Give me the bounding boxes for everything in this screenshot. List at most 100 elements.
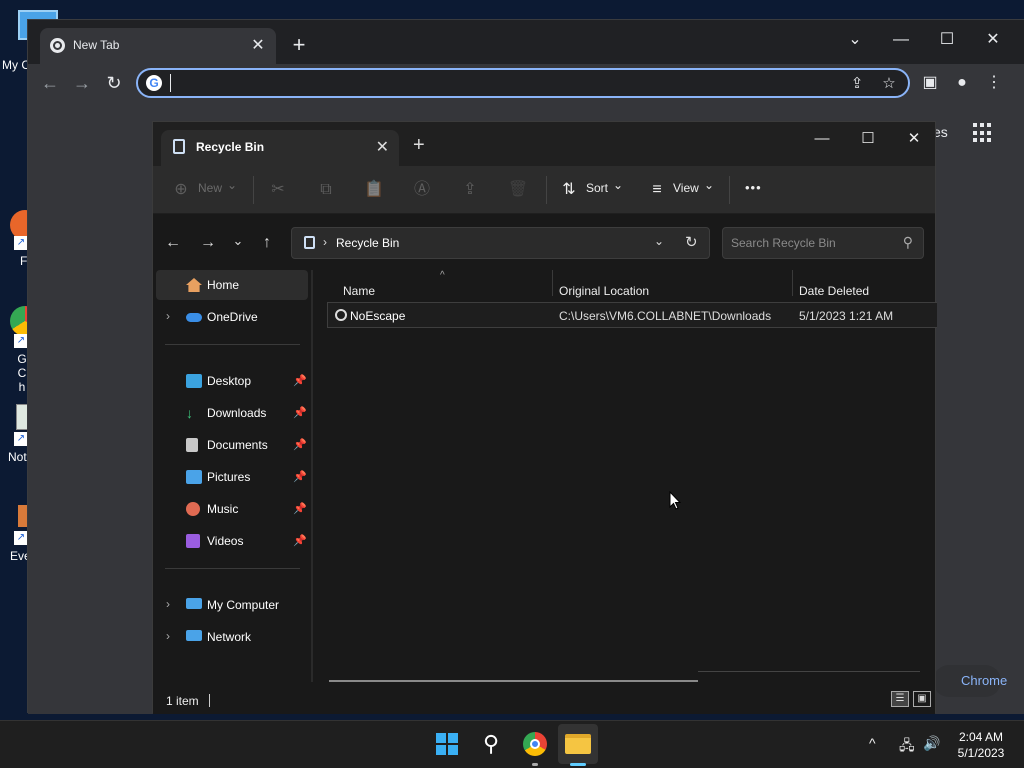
share-icon[interactable]: ⇪ <box>459 179 481 201</box>
pin-icon[interactable]: 📌 <box>293 534 307 547</box>
clock[interactable]: 2:04 AM 5/1/2023 <box>950 729 1012 761</box>
search-input[interactable] <box>731 235 891 251</box>
downloads-icon: ↓ <box>186 405 193 421</box>
divider <box>165 568 300 569</box>
desktop-icon-label: Not <box>8 450 27 464</box>
side-panel-icon[interactable]: ▣ <box>918 71 942 95</box>
pictures-icon <box>186 470 202 484</box>
network-icon[interactable]: 🖧 <box>899 735 915 759</box>
close-window-button[interactable]: ✕ <box>970 25 1016 55</box>
volume-icon[interactable]: 🔊 <box>923 735 940 752</box>
nav-item-label: Music <box>207 502 239 516</box>
chrome-favicon-icon <box>50 38 65 53</box>
google-apps-icon[interactable] <box>973 123 993 143</box>
refresh-icon[interactable]: ↻ <box>685 233 698 251</box>
see-more-button[interactable]: ••• <box>745 180 762 195</box>
minimize-button[interactable]: — <box>799 125 845 153</box>
tab-search-button[interactable]: ⌄ <box>832 25 878 55</box>
reload-button[interactable]: ↻ <box>100 70 128 96</box>
breadcrumb-separator: › <box>323 235 327 249</box>
profile-avatar-icon[interactable]: ● <box>950 71 974 95</box>
pin-icon[interactable]: 📌 <box>293 470 307 483</box>
breadcrumb-recycle-bin[interactable]: Recycle Bin <box>336 236 399 250</box>
minimize-button[interactable]: — <box>878 25 924 55</box>
close-tab-icon[interactable]: ✕ <box>376 137 389 157</box>
nav-item-my-computer[interactable]: › My Computer <box>156 590 308 620</box>
customize-chrome-button[interactable]: Chrome <box>933 665 1007 697</box>
omnibox[interactable]: G ⇪ ☆ <box>136 68 910 98</box>
nav-item-onedrive[interactable]: › OneDrive <box>156 302 308 332</box>
nav-item-label: Documents <box>207 438 268 452</box>
copy-icon[interactable]: ⧉ <box>315 179 337 201</box>
address-dropdown-icon[interactable]: ⌄ <box>654 234 664 248</box>
share-icon[interactable]: ⇪ <box>846 73 868 95</box>
view-button[interactable]: View <box>673 181 699 195</box>
close-window-button[interactable]: ✕ <box>891 125 937 153</box>
column-header-name[interactable]: Name <box>343 284 375 298</box>
rename-icon[interactable]: Ⓐ <box>411 179 433 201</box>
view-icon: ≡ <box>652 181 662 198</box>
navigation-pane: Home › OneDrive Desktop 📌 ↓ Downloads 📌 … <box>153 270 311 682</box>
column-header-original-location[interactable]: Original Location <box>559 284 649 298</box>
new-tab-button[interactable]: + <box>413 134 425 157</box>
paste-icon[interactable]: 📋 <box>363 179 385 201</box>
nav-item-label: My Computer <box>207 598 280 612</box>
nav-item-pictures[interactable]: Pictures 📌 <box>156 462 308 492</box>
column-header-date-deleted[interactable]: Date Deleted <box>799 284 869 298</box>
expand-chevron-icon[interactable]: › <box>166 629 170 643</box>
close-tab-icon[interactable]: ✕ <box>248 36 268 56</box>
sort-icon: ⇅ <box>562 181 576 198</box>
nav-item-videos[interactable]: Videos 📌 <box>156 526 308 556</box>
customize-chrome-label: Chrome <box>961 673 1008 688</box>
back-button[interactable]: ← <box>36 70 64 96</box>
new-tab-button[interactable]: + <box>287 34 311 58</box>
back-button[interactable]: ← <box>161 232 185 254</box>
start-button[interactable] <box>432 729 462 759</box>
nav-item-music[interactable]: Music 📌 <box>156 494 308 524</box>
details-view-button[interactable]: ☰ <box>891 691 909 707</box>
address-bar[interactable]: › Recycle Bin ⌄ ↻ <box>291 227 710 259</box>
up-button[interactable]: ↑ <box>255 232 279 254</box>
clock-time: 2:04 AM <box>958 730 1004 744</box>
chrome-tab-new-tab[interactable]: New Tab ✕ <box>40 28 276 64</box>
nav-item-network[interactable]: › Network <box>156 622 308 652</box>
divider <box>729 176 730 204</box>
pin-icon[interactable]: 📌 <box>293 406 307 419</box>
recent-locations-button[interactable]: ⌄ <box>226 230 250 252</box>
pin-icon[interactable]: 📌 <box>293 502 307 515</box>
bookmark-star-icon[interactable]: ☆ <box>878 73 900 95</box>
maximize-button[interactable]: ☐ <box>924 25 970 55</box>
explorer-tab-recycle-bin[interactable]: Recycle Bin ✕ <box>161 130 399 166</box>
nav-item-downloads[interactable]: ↓ Downloads 📌 <box>156 398 308 428</box>
nav-pane-splitter[interactable] <box>311 270 313 682</box>
horizontal-scrollbar-track[interactable] <box>698 671 920 672</box>
show-hidden-icons-chevron[interactable]: ^ <box>869 735 876 751</box>
search-box[interactable]: ⚲ <box>722 227 924 259</box>
nav-item-home[interactable]: Home <box>156 270 308 300</box>
expand-chevron-icon[interactable]: › <box>166 309 170 323</box>
file-row[interactable]: NoEscape C:\Users\VM6.COLLABNET\Download… <box>327 302 937 328</box>
pin-icon[interactable]: 📌 <box>293 374 307 387</box>
desktop-folder-icon <box>186 374 202 388</box>
chrome-menu-icon[interactable]: ⋮ <box>982 71 1006 95</box>
pin-icon[interactable]: 📌 <box>293 438 307 451</box>
column-divider[interactable] <box>792 270 793 296</box>
expand-chevron-icon[interactable]: › <box>166 597 170 611</box>
delete-icon[interactable]: 🗑 <box>507 179 529 201</box>
network-icon <box>186 630 202 641</box>
taskbar-search-button[interactable]: ⚲ <box>476 729 506 759</box>
tiles-view-button[interactable]: ▣ <box>913 691 931 707</box>
taskbar-chrome-button[interactable] <box>520 729 550 759</box>
sort-button[interactable]: Sort <box>586 181 608 195</box>
forward-button[interactable]: → <box>196 232 220 254</box>
taskbar-file-explorer-button[interactable] <box>563 729 593 759</box>
forward-button[interactable]: → <box>68 70 96 96</box>
cut-icon[interactable]: ✂ <box>267 179 289 201</box>
maximize-button[interactable]: ☐ <box>845 125 891 153</box>
new-button[interactable]: New <box>198 181 222 195</box>
nav-item-documents[interactable]: Documents 📌 <box>156 430 308 460</box>
taskbar: ⚲ ^ 🖧 🔊 2:04 AM 5/1/2023 <box>0 720 1024 768</box>
nav-item-desktop[interactable]: Desktop 📌 <box>156 366 308 396</box>
shortcut-arrow-icon: ↗ <box>14 236 28 250</box>
column-divider[interactable] <box>552 270 553 296</box>
